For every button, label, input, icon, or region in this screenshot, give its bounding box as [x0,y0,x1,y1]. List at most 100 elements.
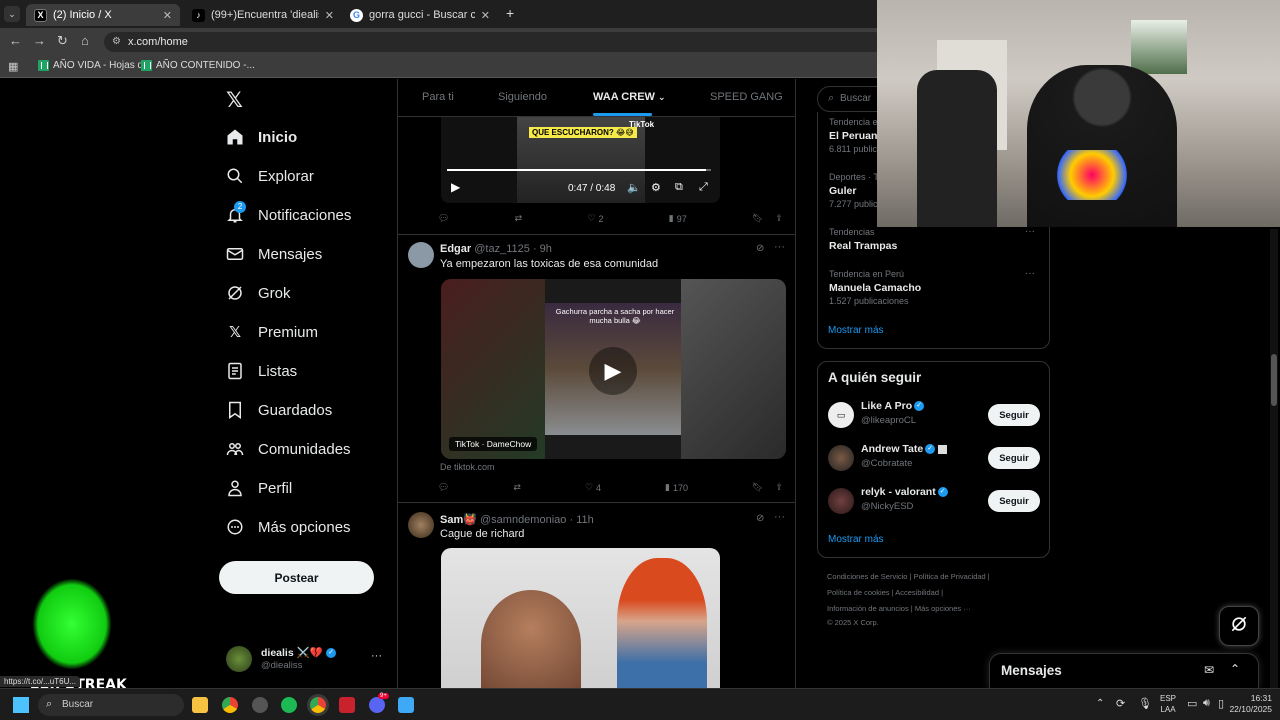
footer-link[interactable]: Accesibilidad [895,588,939,597]
close-tab-icon[interactable]: ✕ [325,9,334,22]
tab-para-ti[interactable]: Para ti [422,91,454,103]
more-dots-icon[interactable]: ··· [371,650,382,662]
sidebar-item-mensajes[interactable]: Mensajes [226,245,322,263]
more-dots-icon[interactable]: ··· [1025,226,1035,237]
tab-siguiendo[interactable]: Siguiendo [498,91,547,103]
messages-drawer[interactable]: Mensajes ✉ ⌃ [989,653,1259,688]
footer-link[interactable]: Política de cookies [827,588,890,597]
sidebar-item-premium[interactable]: 𝕏 Premium [226,323,318,342]
scrollbar-thumb[interactable] [1271,354,1277,406]
sidebar-item-comunidades[interactable]: Comunidades [226,440,351,458]
pip-icon[interactable]: ⧉ [675,181,683,194]
sidebar-item-perfil[interactable]: Perfil [226,479,292,497]
share-icon[interactable]: ⇪ [775,213,783,224]
sidebar-item-grok[interactable]: Grok [226,284,291,302]
sidebar-item-guardados[interactable]: Guardados [226,401,332,419]
volume-icon[interactable]: 🔈 [627,181,641,194]
bookmark-icon[interactable]: 🔖︎ [752,482,763,493]
link-source[interactable]: De tiktok.com [440,462,495,472]
page-scrollbar[interactable] [1270,229,1278,688]
trend-item[interactable]: Tendencias Real Trampas [829,227,897,254]
browser-tab-x-home[interactable]: X (2) Inicio / X ✕ [26,4,180,26]
show-more-link[interactable]: Mostrar más [828,325,884,336]
tweet-time[interactable]: 9h [540,243,552,255]
reply-icon[interactable]: 💬︎ [438,482,449,493]
tab-waa-crew[interactable]: WAA CREW ⌄ [593,91,666,116]
expand-up-icon[interactable]: ⌃ [1230,662,1240,676]
settings-gear-icon[interactable]: ⚙ [651,181,661,194]
video-card[interactable]: Gachurra parcha a sacha por hacer mucha … [441,279,786,459]
url-bar[interactable]: ⚙ x.com/home [104,32,884,52]
author-name[interactable]: Sam👹 [440,514,477,526]
like-button[interactable]: ♡ 4 [585,482,601,493]
views-button[interactable]: ▮ 97 [669,213,687,224]
sidebar-item-listas[interactable]: Listas [226,362,297,380]
play-circle-icon[interactable]: ▶ [589,347,637,395]
chrome-icon[interactable] [222,697,238,713]
close-tab-icon[interactable]: ✕ [481,9,490,22]
grok-icon[interactable]: ⊘ [756,243,764,254]
bookmark-ano-contenido[interactable]: AÑO CONTENIDO -... [141,60,255,71]
more-dots-icon[interactable]: ··· [774,511,785,523]
follow-suggestion[interactable]: ▭ Like A Pro ✓ @likeaproCL Seguir [828,398,1040,432]
browser-tab-tiktok[interactable]: ♪ (99+)Encuentra 'diealis' en TikT ✕ [184,4,342,26]
obs-studio-icon[interactable] [339,697,355,713]
author-handle[interactable]: @samndemoniao [480,514,566,526]
more-dots-icon[interactable]: ··· [774,241,785,253]
back-arrow-icon[interactable]: ← [9,33,22,48]
reply-icon[interactable]: 💬︎ [438,213,449,224]
follow-suggestion[interactable]: relyk - valorant ✓ @NickyESD Seguir [828,484,1040,518]
forward-arrow-icon[interactable]: → [33,33,46,48]
apps-grid-icon[interactable]: ▦ [8,60,18,73]
avatar[interactable] [408,512,434,538]
home-page-icon[interactable]: ⌂ [81,33,89,48]
tab-speed-gang[interactable]: SPEED GANG [710,91,783,103]
tweet-time[interactable]: 11h [576,514,594,526]
display-icon[interactable]: ▭ [1187,697,1197,710]
footer-link[interactable]: Condiciones de Servicio [827,572,907,581]
clock[interactable]: 16:31 22/10/2025 [1224,693,1272,715]
footer-link[interactable]: Más opciones ··· [915,604,971,613]
reload-icon[interactable]: ↻ [57,33,68,49]
play-icon[interactable]: ▶ [451,180,460,194]
like-button[interactable]: ♡ 2 [587,213,603,224]
sync-icon[interactable]: ⟳ [1116,697,1125,710]
notes-icon[interactable] [398,697,414,713]
views-button[interactable]: ▮ 170 [665,482,688,493]
tab-search-button[interactable]: ⌄ [4,6,20,22]
volume-icon[interactable]: 🔊︎ [1203,697,1210,710]
follow-button[interactable]: Seguir [988,404,1040,426]
share-icon[interactable]: ⇪ [775,482,783,493]
more-dots-icon[interactable]: ··· [1025,268,1035,279]
file-explorer-icon[interactable] [192,697,208,713]
bookmark-icon[interactable]: 🔖︎ [752,213,763,224]
new-tab-button[interactable]: + [506,5,514,21]
grok-icon[interactable]: ⊘ [756,513,764,524]
footer-link[interactable]: Política de Privacidad [914,572,986,581]
grok-floating-button[interactable] [1219,606,1259,646]
spotify-icon[interactable] [281,697,297,713]
sidebar-item-mas-opciones[interactable]: Más opciones [226,518,351,536]
footer-link[interactable]: Información de anuncios [827,604,909,613]
language-indicator[interactable]: ESP LAA [1160,693,1176,715]
retweet-icon[interactable]: ⇄ [513,482,521,493]
tweet-image[interactable] [441,548,720,688]
author-handle[interactable]: @taz_1125 [474,243,530,255]
follow-button[interactable]: Seguir [988,447,1040,469]
sidebar-item-explorar[interactable]: Explorar [226,167,314,185]
chevron-up-icon[interactable]: ⌃ [1096,698,1104,709]
author-name[interactable]: Edgar [440,243,471,255]
trend-item[interactable]: Tendencia en Perú Manuela Camacho 1.527 pu… [829,269,921,306]
account-switcher[interactable]: diealis ⚔️💔 ✓ @diealiss ··· [226,644,386,674]
app-icon[interactable] [252,697,268,713]
retweet-icon[interactable]: ⇄ [515,213,523,224]
show-more-link[interactable]: Mostrar más [828,534,884,545]
taskbar-search[interactable]: ⌕ Buscar [38,694,184,716]
browser-tab-google[interactable]: G gorra gucci - Buscar con Googl ✕ [342,4,498,26]
sidebar-item-inicio[interactable]: Inicio [226,128,297,146]
chrome-active-icon[interactable] [310,697,326,713]
discord-icon[interactable] [369,697,385,713]
avatar[interactable] [408,242,434,268]
video-player[interactable]: QUE ESCUCHARON? 😂😅 TikTok ▶ 0:47 / 0:48 … [441,117,720,203]
x-logo-icon[interactable]: 𝕏 [226,88,243,113]
